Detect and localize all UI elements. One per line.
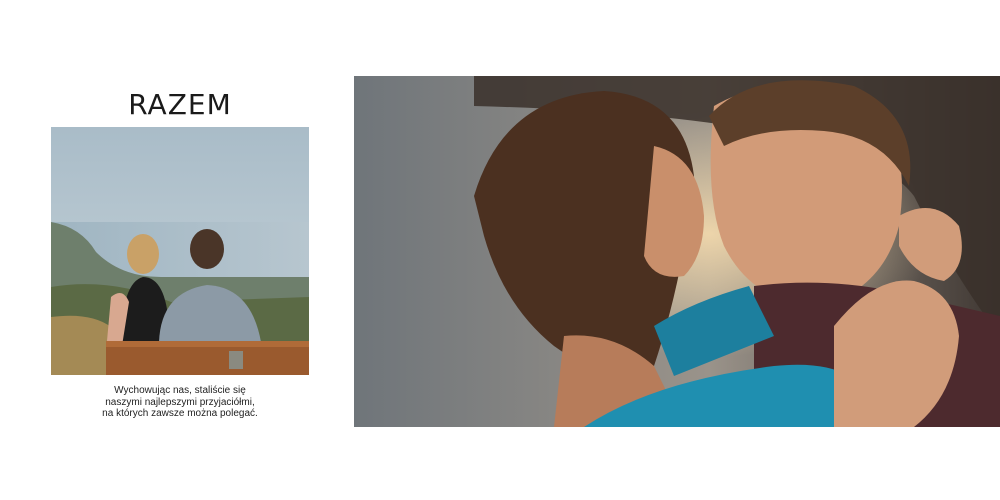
couple-embrace-photo [354, 76, 1000, 427]
page-title: RAZEM [128, 88, 232, 121]
caption-line: Wychowując nas, staliście się [114, 385, 246, 396]
couple-bench-photo [51, 127, 309, 375]
caption-line: na których zawsze można polegać. [102, 408, 258, 419]
caption: Wychowując nas, staliście się naszymi na… [50, 385, 310, 420]
caption-line: naszymi najlepszymi przyjaciółmi, [105, 396, 255, 408]
album-spread: RAZEM Wychowując nas, staliście się nasz… [0, 0, 1000, 500]
